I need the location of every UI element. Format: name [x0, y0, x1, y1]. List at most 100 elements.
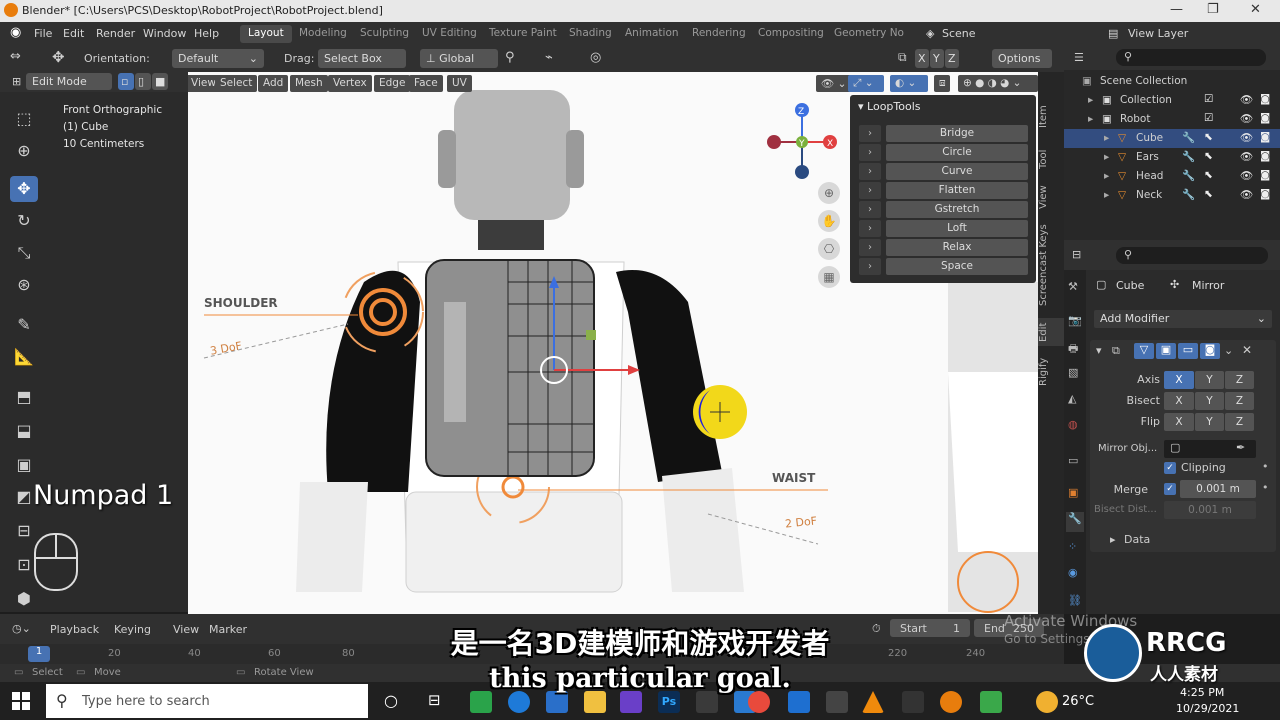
- selectable-icon[interactable]: ⬉: [1204, 131, 1213, 143]
- options-dropdown[interactable]: Options: [992, 49, 1052, 68]
- outliner-editor-icon[interactable]: ☰: [1074, 51, 1084, 64]
- tab-texture-paint[interactable]: Texture Paint: [481, 25, 565, 43]
- selectable-icon[interactable]: ⬉: [1204, 188, 1213, 200]
- tab-sculpting[interactable]: Sculpting: [352, 25, 417, 43]
- selectable-icon[interactable]: ⬉: [1204, 169, 1213, 181]
- render-camera-icon[interactable]: ◙: [1260, 131, 1270, 143]
- face-select-icon[interactable]: ■: [152, 73, 168, 90]
- eye-visibility-icon[interactable]: 👁: [1240, 131, 1253, 144]
- gstretch-expand-icon[interactable]: ›: [859, 201, 881, 218]
- modifier-tab-icon[interactable]: 🔧: [1066, 512, 1084, 532]
- properties-editor-icon[interactable]: ⊟: [1072, 248, 1081, 261]
- blender-taskbar-icon[interactable]: [940, 691, 962, 713]
- tab-item[interactable]: Item: [1038, 102, 1064, 132]
- tab-rendering[interactable]: Rendering: [684, 25, 754, 43]
- viewport-menu-select[interactable]: Select: [215, 75, 258, 92]
- clipping-checkbox[interactable]: ✓: [1164, 462, 1176, 474]
- tab-uv-editing[interactable]: UV Editing: [414, 25, 485, 43]
- extrude-icon[interactable]: ⬓: [10, 418, 38, 444]
- tab-screencast-keys[interactable]: Screencast Keys: [1038, 222, 1064, 308]
- camera-view-icon[interactable]: ⎔: [818, 238, 840, 260]
- edge-browser-icon[interactable]: [508, 691, 530, 713]
- add-modifier-dropdown[interactable]: Add Modifier ⌄: [1094, 310, 1272, 328]
- looptools-bridge-button[interactable]: Bridge: [886, 125, 1028, 142]
- drag-dropdown[interactable]: Select Box: [318, 49, 406, 68]
- annotate-icon[interactable]: ✎: [10, 312, 38, 338]
- panel-collapse-icon[interactable]: ▾: [1096, 344, 1102, 357]
- expand-arrow-icon[interactable]: ▸: [1104, 170, 1109, 182]
- editor-type-icon[interactable]: ⊞: [12, 75, 21, 88]
- photoshop-app-icon[interactable]: Ps: [658, 691, 680, 713]
- mirror-axis-z[interactable]: Z: [1225, 371, 1254, 389]
- selectable-icon[interactable]: ⬉: [1204, 150, 1213, 162]
- constraints-tab-icon[interactable]: ⛓: [1068, 594, 1082, 607]
- blender-menu-icon[interactable]: ◉: [10, 25, 21, 40]
- render-camera-icon[interactable]: ◙: [1260, 169, 1270, 181]
- windows-start-icon[interactable]: [12, 692, 30, 710]
- cursor-icon[interactable]: ⊕: [10, 138, 38, 164]
- outliner-search-input[interactable]: ⚲: [1116, 49, 1266, 66]
- 3d-viewport[interactable]: SHOULDER 3 DoF WAIST 2 DoF View Select A…: [188, 72, 1064, 614]
- mail-app-icon[interactable]: [546, 691, 568, 713]
- data-subpanel-label[interactable]: Data: [1124, 533, 1150, 546]
- tab-geometry-nodes[interactable]: Geometry No: [826, 25, 912, 43]
- eye-visibility-icon[interactable]: 👁: [1240, 112, 1253, 125]
- mirror-axis-y[interactable]: Y: [1195, 371, 1224, 389]
- maximize-icon[interactable]: ❐: [1207, 2, 1219, 17]
- perspective-grid-icon[interactable]: ▦: [818, 266, 840, 288]
- vlc-icon[interactable]: [862, 691, 884, 713]
- flip-axis-x[interactable]: X: [1164, 413, 1194, 431]
- outliner-row[interactable]: ▸ ▽ Cube 🔧 ⬉ 👁 ◙: [1064, 129, 1280, 148]
- viewport-menu-uv[interactable]: UV: [447, 75, 472, 92]
- remove-modifier-icon[interactable]: ✕: [1242, 343, 1252, 357]
- unity-icon[interactable]: [826, 691, 848, 713]
- flip-axis-z[interactable]: Z: [1225, 413, 1254, 431]
- particles-tab-icon[interactable]: ⁘: [1068, 540, 1077, 553]
- merge-distance-field[interactable]: 0.001 m: [1180, 480, 1256, 498]
- viewport-menu-face[interactable]: Face: [409, 75, 443, 92]
- scale-icon[interactable]: ⤡: [10, 240, 38, 266]
- flatten-expand-icon[interactable]: ›: [859, 182, 881, 199]
- pan-hand-icon[interactable]: ✋: [818, 210, 840, 232]
- space-expand-icon[interactable]: ›: [859, 258, 881, 275]
- camtasia-app-icon[interactable]: [470, 691, 492, 713]
- world-tab-icon[interactable]: ◍: [1068, 418, 1078, 431]
- output-tab-icon[interactable]: 🖶: [1068, 340, 1078, 359]
- keyframe-dot-icon[interactable]: •: [1262, 460, 1269, 473]
- modifier-show-editmode-icon[interactable]: ▽: [1134, 343, 1154, 359]
- object-tab-icon[interactable]: ▣: [1068, 486, 1078, 499]
- overlay-icon[interactable]: ◐ ⌄: [890, 75, 928, 92]
- looptools-space-button[interactable]: Space: [886, 258, 1028, 275]
- file-explorer-icon[interactable]: [584, 691, 606, 713]
- relax-expand-icon[interactable]: ›: [859, 239, 881, 256]
- tab-layout[interactable]: Layout: [240, 25, 292, 43]
- flip-axis-y[interactable]: Y: [1195, 413, 1224, 431]
- store-app-icon[interactable]: [620, 691, 642, 713]
- eye-visibility-icon[interactable]: 👁: [1240, 93, 1253, 106]
- snap-icon[interactable]: ⌁: [545, 50, 553, 65]
- looptools-circle-button[interactable]: Circle: [886, 144, 1028, 161]
- scene-tab-icon[interactable]: ◭: [1068, 392, 1076, 405]
- bisect-axis-z[interactable]: Z: [1225, 392, 1254, 410]
- render-tab-icon[interactable]: 📷: [1068, 314, 1082, 327]
- eye-visibility-icon[interactable]: 👁: [1240, 188, 1253, 201]
- bridge-expand-icon[interactable]: ›: [859, 125, 881, 142]
- modifier-show-viewport-icon[interactable]: ▭: [1178, 343, 1198, 359]
- modifier-show-render-icon[interactable]: ◙: [1200, 343, 1220, 359]
- select-box-icon[interactable]: ⬚: [10, 106, 38, 132]
- properties-search-input[interactable]: ⚲: [1116, 247, 1268, 264]
- mirror-object-field[interactable]: ▢ ✒: [1164, 440, 1256, 458]
- viewport-menu-add[interactable]: Add: [258, 75, 289, 92]
- mirror-icon[interactable]: ⧉: [898, 50, 907, 65]
- merge-checkbox[interactable]: ✓: [1164, 483, 1176, 495]
- view-layer-selector[interactable]: View Layer: [1128, 27, 1188, 40]
- render-camera-icon[interactable]: ◙: [1260, 112, 1270, 124]
- minimize-icon[interactable]: —: [1170, 2, 1183, 17]
- mirror-axis-x[interactable]: X: [1164, 371, 1194, 389]
- outliner-row[interactable]: ▸ ▽ Neck 🔧 ⬉ 👁 ◙: [1064, 186, 1280, 205]
- eyedropper-icon[interactable]: ✒: [1236, 441, 1245, 454]
- expand-arrow-icon[interactable]: ▸: [1104, 189, 1109, 201]
- tab-compositing[interactable]: Compositing: [750, 25, 832, 43]
- menu-render[interactable]: Render: [96, 27, 135, 40]
- bisect-axis-y[interactable]: Y: [1195, 392, 1224, 410]
